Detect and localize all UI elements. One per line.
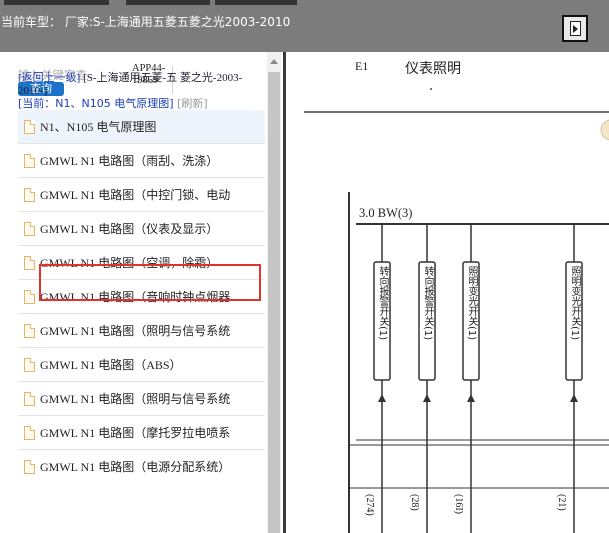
file-icon — [24, 460, 35, 474]
document-list: N1、N105 电气原理图 GMWL N1 电路图（雨刮、洗涤） GMWL N1… — [18, 110, 265, 481]
file-icon — [24, 188, 35, 202]
list-item-label: GMWL N1 电路图（中控门锁、电动 — [40, 188, 231, 202]
list-item[interactable]: GMWL N1 电路图（电源分配系统） — [18, 450, 265, 481]
list-item[interactable]: N1、N105 电气原理图 — [18, 110, 265, 144]
current-prefix: [当前： — [18, 97, 56, 110]
file-icon — [24, 154, 35, 168]
pin-label: (16I) — [453, 494, 464, 514]
list-item-label: GMWL N1 电路图（电源分配系统） — [40, 460, 231, 474]
list-item[interactable]: GMWL N1 电路图（照明与信号系统 — [18, 382, 265, 416]
list-item-label: GMWL N1 电路图（照明与信号系统 — [40, 392, 231, 406]
list-item-label: N1、N105 电气原理图 — [40, 120, 157, 134]
list-item[interactable]: GMWL N1 电路图（雨刮、洗涤） — [18, 144, 265, 178]
arrow-icon — [378, 394, 386, 402]
list-item-label: GMWL N1 电路图（ABS） — [40, 358, 182, 372]
breadcrumb: [返回上一级] [S-上海通用五菱-五 菱之光-2003-2010-] — [18, 72, 248, 98]
switch-label: 照明变光开关(1) — [569, 266, 580, 341]
list-item[interactable]: GMWL N1 电路图（照明与信号系统 — [18, 314, 265, 348]
tab-stub[interactable] — [215, 0, 297, 5]
pin-label: (28) — [409, 494, 420, 511]
scroll-up-icon[interactable] — [267, 52, 281, 70]
file-icon — [24, 290, 35, 304]
back-link[interactable]: [返回上一级] — [18, 72, 80, 84]
file-icon — [24, 120, 35, 134]
list-item-label: GMWL N1 电路图（照明与信号系统 — [40, 324, 231, 338]
pin-label: (274) — [364, 494, 375, 516]
list-item-label: GMWL N1 电路图（空调，除霜） — [40, 256, 219, 270]
file-icon — [24, 222, 35, 236]
current-vehicle-label: 当前车型： 厂家:S-上海通用五菱五菱之光2003-2010 — [1, 15, 291, 29]
switch-label: 转向报警开关(1) — [422, 266, 433, 341]
list-item[interactable]: GMWL N1 电路图（音响时钟点烟器 — [18, 280, 265, 314]
list-item-label: GMWL N1 电路图（雨刮、洗涤） — [40, 154, 219, 168]
list-item[interactable]: GMWL N1 电路图（仪表及显示） — [18, 212, 265, 246]
list-item[interactable]: GMWL N1 电路图（摩托罗拉电喷系 — [18, 416, 265, 450]
current-value: N1、N105 电气原理图] — [55, 97, 174, 110]
tab-stub[interactable] — [126, 0, 210, 5]
file-icon — [24, 358, 35, 372]
file-icon — [24, 426, 35, 440]
arrow-icon — [467, 394, 475, 402]
switch-drawing — [373, 224, 583, 533]
expand-icon — [569, 21, 581, 36]
current-location: [当前：N1、N105 电气原理图] [刷新] — [18, 97, 208, 110]
tab-stub[interactable] — [4, 0, 109, 5]
list-item-label: GMWL N1 电路图（音响时钟点烟器 — [40, 290, 231, 304]
list-item-label: GMWL N1 电路图（仪表及显示） — [40, 222, 219, 236]
list-item[interactable]: GMWL N1 电路图（ABS） — [18, 348, 265, 382]
pin-label: (21) — [556, 494, 567, 511]
diagram-viewer[interactable]: E1 仪表照明 3.0 BW(3) 转向报警开关(1) (274) 转向报警开关(1… — [286, 52, 609, 533]
refresh-link[interactable]: [刷新] — [177, 97, 208, 110]
file-icon — [24, 256, 35, 270]
list-item-label: GMWL N1 电路图（摩托罗拉电喷系 — [40, 426, 231, 440]
top-bar: 当前车型： 厂家:S-上海通用五菱五菱之光2003-2010 — [0, 0, 609, 52]
file-icon — [24, 392, 35, 406]
arrow-icon — [570, 394, 578, 402]
file-icon — [24, 324, 35, 338]
arrow-icon — [423, 394, 431, 402]
list-item[interactable]: GMWL N1 电路图（中控门锁、电动 — [18, 178, 265, 212]
switch-label: 转向报警开关(1) — [377, 266, 388, 341]
expand-button[interactable] — [562, 15, 588, 42]
list-item[interactable]: GMWL N1 电路图（空调，除霜） — [18, 246, 265, 280]
switch-label: 照明变光开关(1) — [466, 266, 477, 341]
scrollbar-thumb[interactable] — [268, 72, 280, 533]
